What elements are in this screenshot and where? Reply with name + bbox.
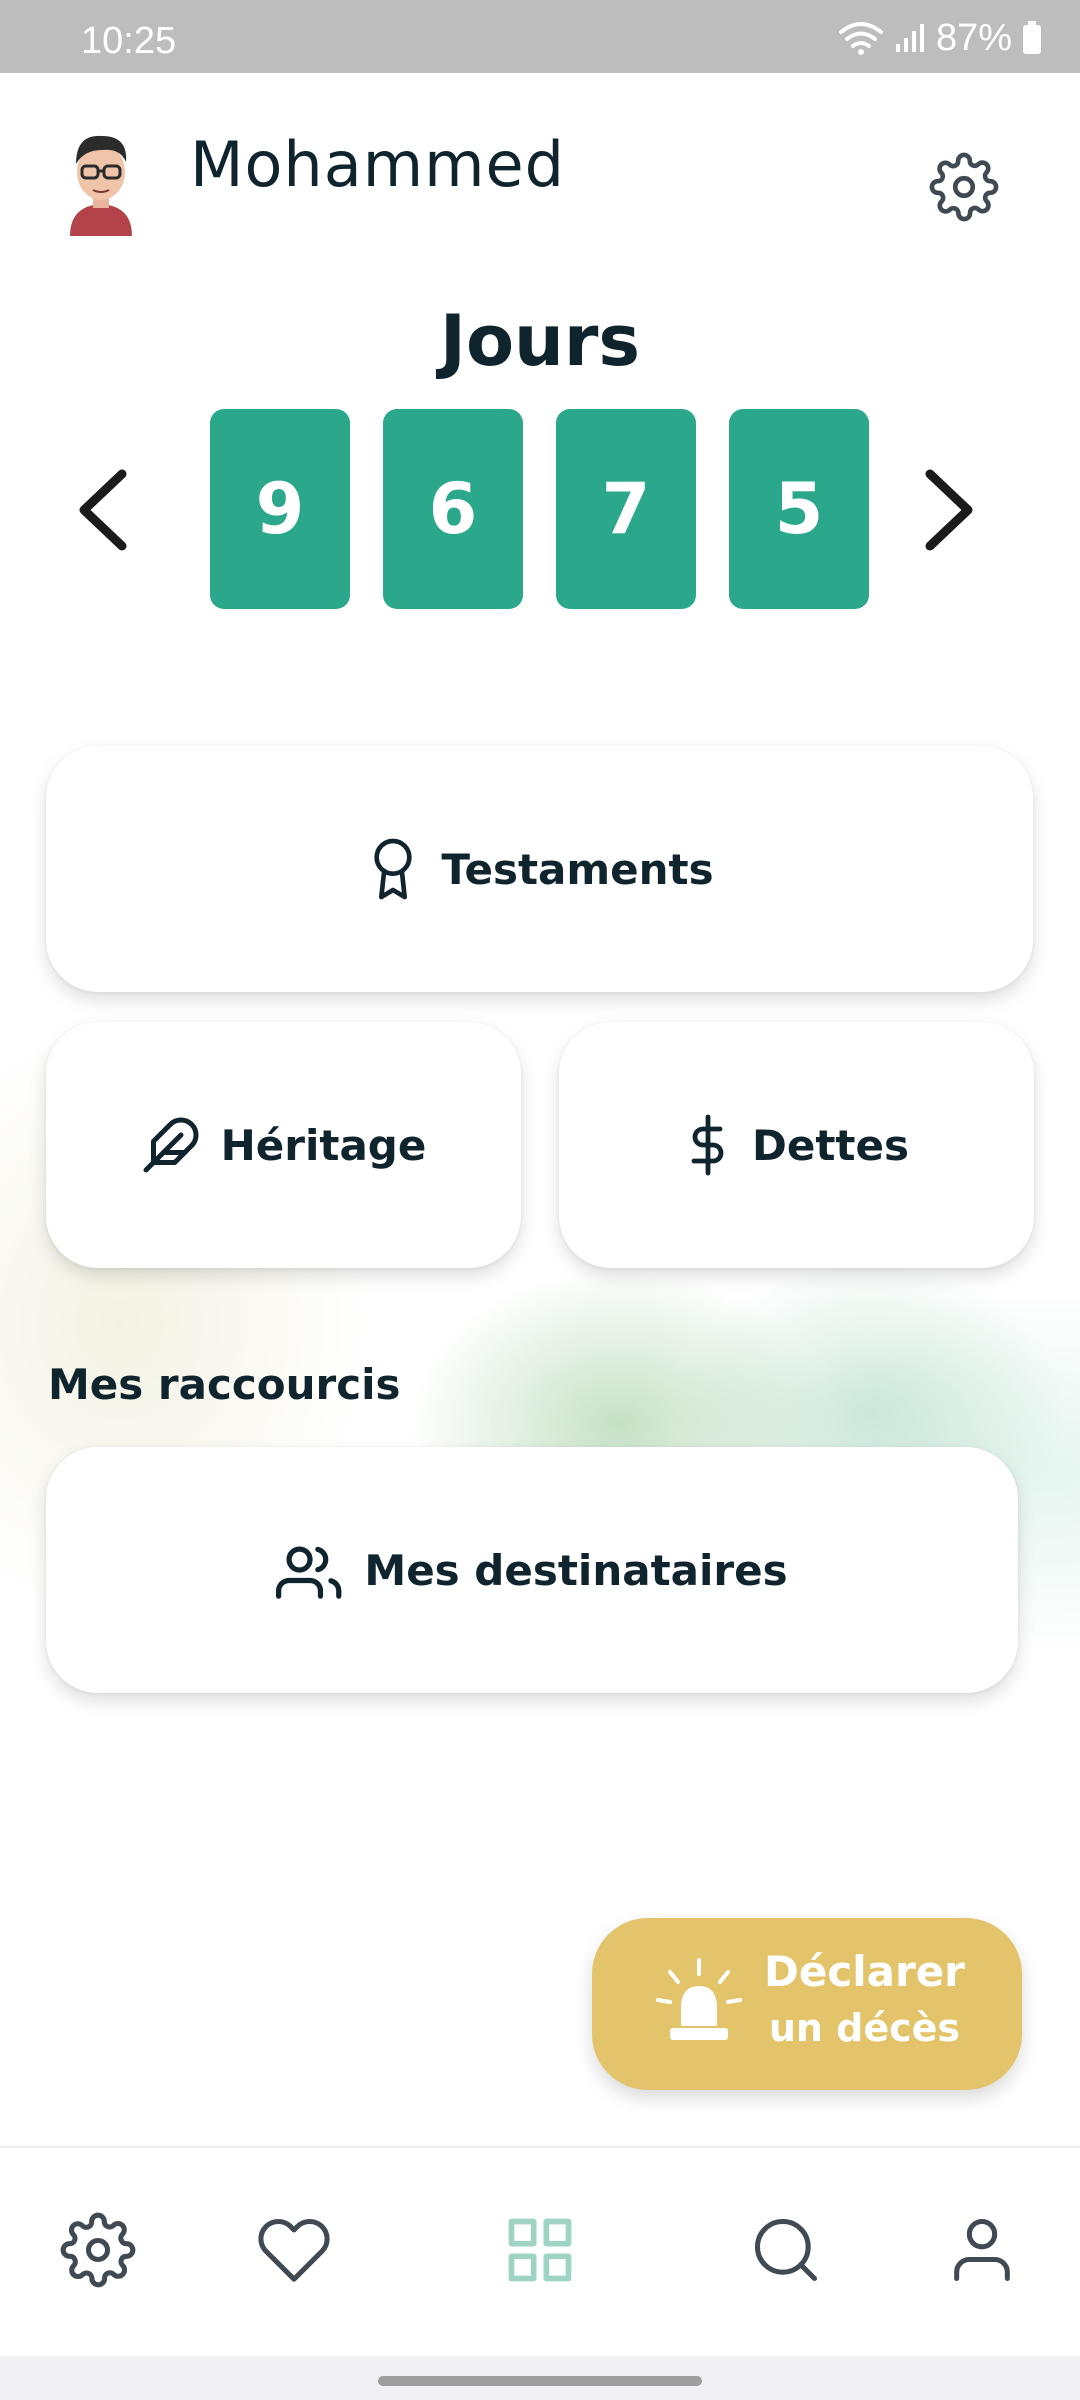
day-digit: 9 <box>210 409 350 609</box>
testaments-label: Testaments <box>441 844 714 894</box>
signal-icon <box>895 24 924 52</box>
user-icon[interactable] <box>944 2212 1020 2288</box>
home-indicator[interactable] <box>378 2376 702 2386</box>
grid-icon[interactable] <box>502 2212 578 2288</box>
heritage-card[interactable]: Héritage <box>46 1022 521 1268</box>
heritage-label: Héritage <box>220 1120 427 1170</box>
day-digit: 7 <box>556 409 696 609</box>
system-nav-area <box>0 2356 1080 2400</box>
status-icons: 87% <box>838 16 1042 60</box>
day-digit: 6 <box>383 409 523 609</box>
destinataires-label: Mes destinataires <box>364 1545 788 1595</box>
feather-icon <box>143 1117 199 1173</box>
shortcuts-title: Mes raccourcis <box>48 1360 401 1409</box>
siren-icon <box>656 1958 742 2040</box>
declare-death-button[interactable]: Déclarer un décès <box>592 1918 1022 2090</box>
declare-death-line2: un décès <box>768 2006 961 2050</box>
gear-icon[interactable] <box>929 152 999 222</box>
user-name: Mohammed <box>190 128 566 201</box>
dettes-label: Dettes <box>752 1120 909 1170</box>
status-bar: 10:25 87% <box>0 0 1080 73</box>
bottom-nav <box>0 2146 1080 2358</box>
battery-icon <box>1023 21 1041 54</box>
wifi-icon <box>838 22 883 55</box>
days-title: Jours <box>439 300 641 382</box>
chevron-right-icon[interactable] <box>920 468 980 552</box>
users-icon <box>276 1546 342 1599</box>
declare-death-label: Déclarer un décès <box>764 1944 965 2056</box>
chevron-left-icon[interactable] <box>72 468 132 552</box>
gear-icon[interactable] <box>60 2212 136 2288</box>
heart-icon[interactable] <box>256 2212 332 2288</box>
day-digit: 5 <box>729 409 869 609</box>
search-icon[interactable] <box>748 2212 824 2288</box>
status-time: 10:25 <box>81 20 177 62</box>
dollar-icon <box>691 1114 724 1176</box>
declare-death-line1: Déclarer <box>764 1947 965 1996</box>
destinataires-card[interactable]: Mes destinataires <box>46 1447 1018 1693</box>
avatar[interactable] <box>62 128 140 236</box>
award-icon <box>374 838 413 900</box>
dettes-card[interactable]: Dettes <box>559 1022 1034 1268</box>
battery-percent: 87% <box>935 16 1012 59</box>
testaments-card[interactable]: Testaments <box>46 746 1033 992</box>
